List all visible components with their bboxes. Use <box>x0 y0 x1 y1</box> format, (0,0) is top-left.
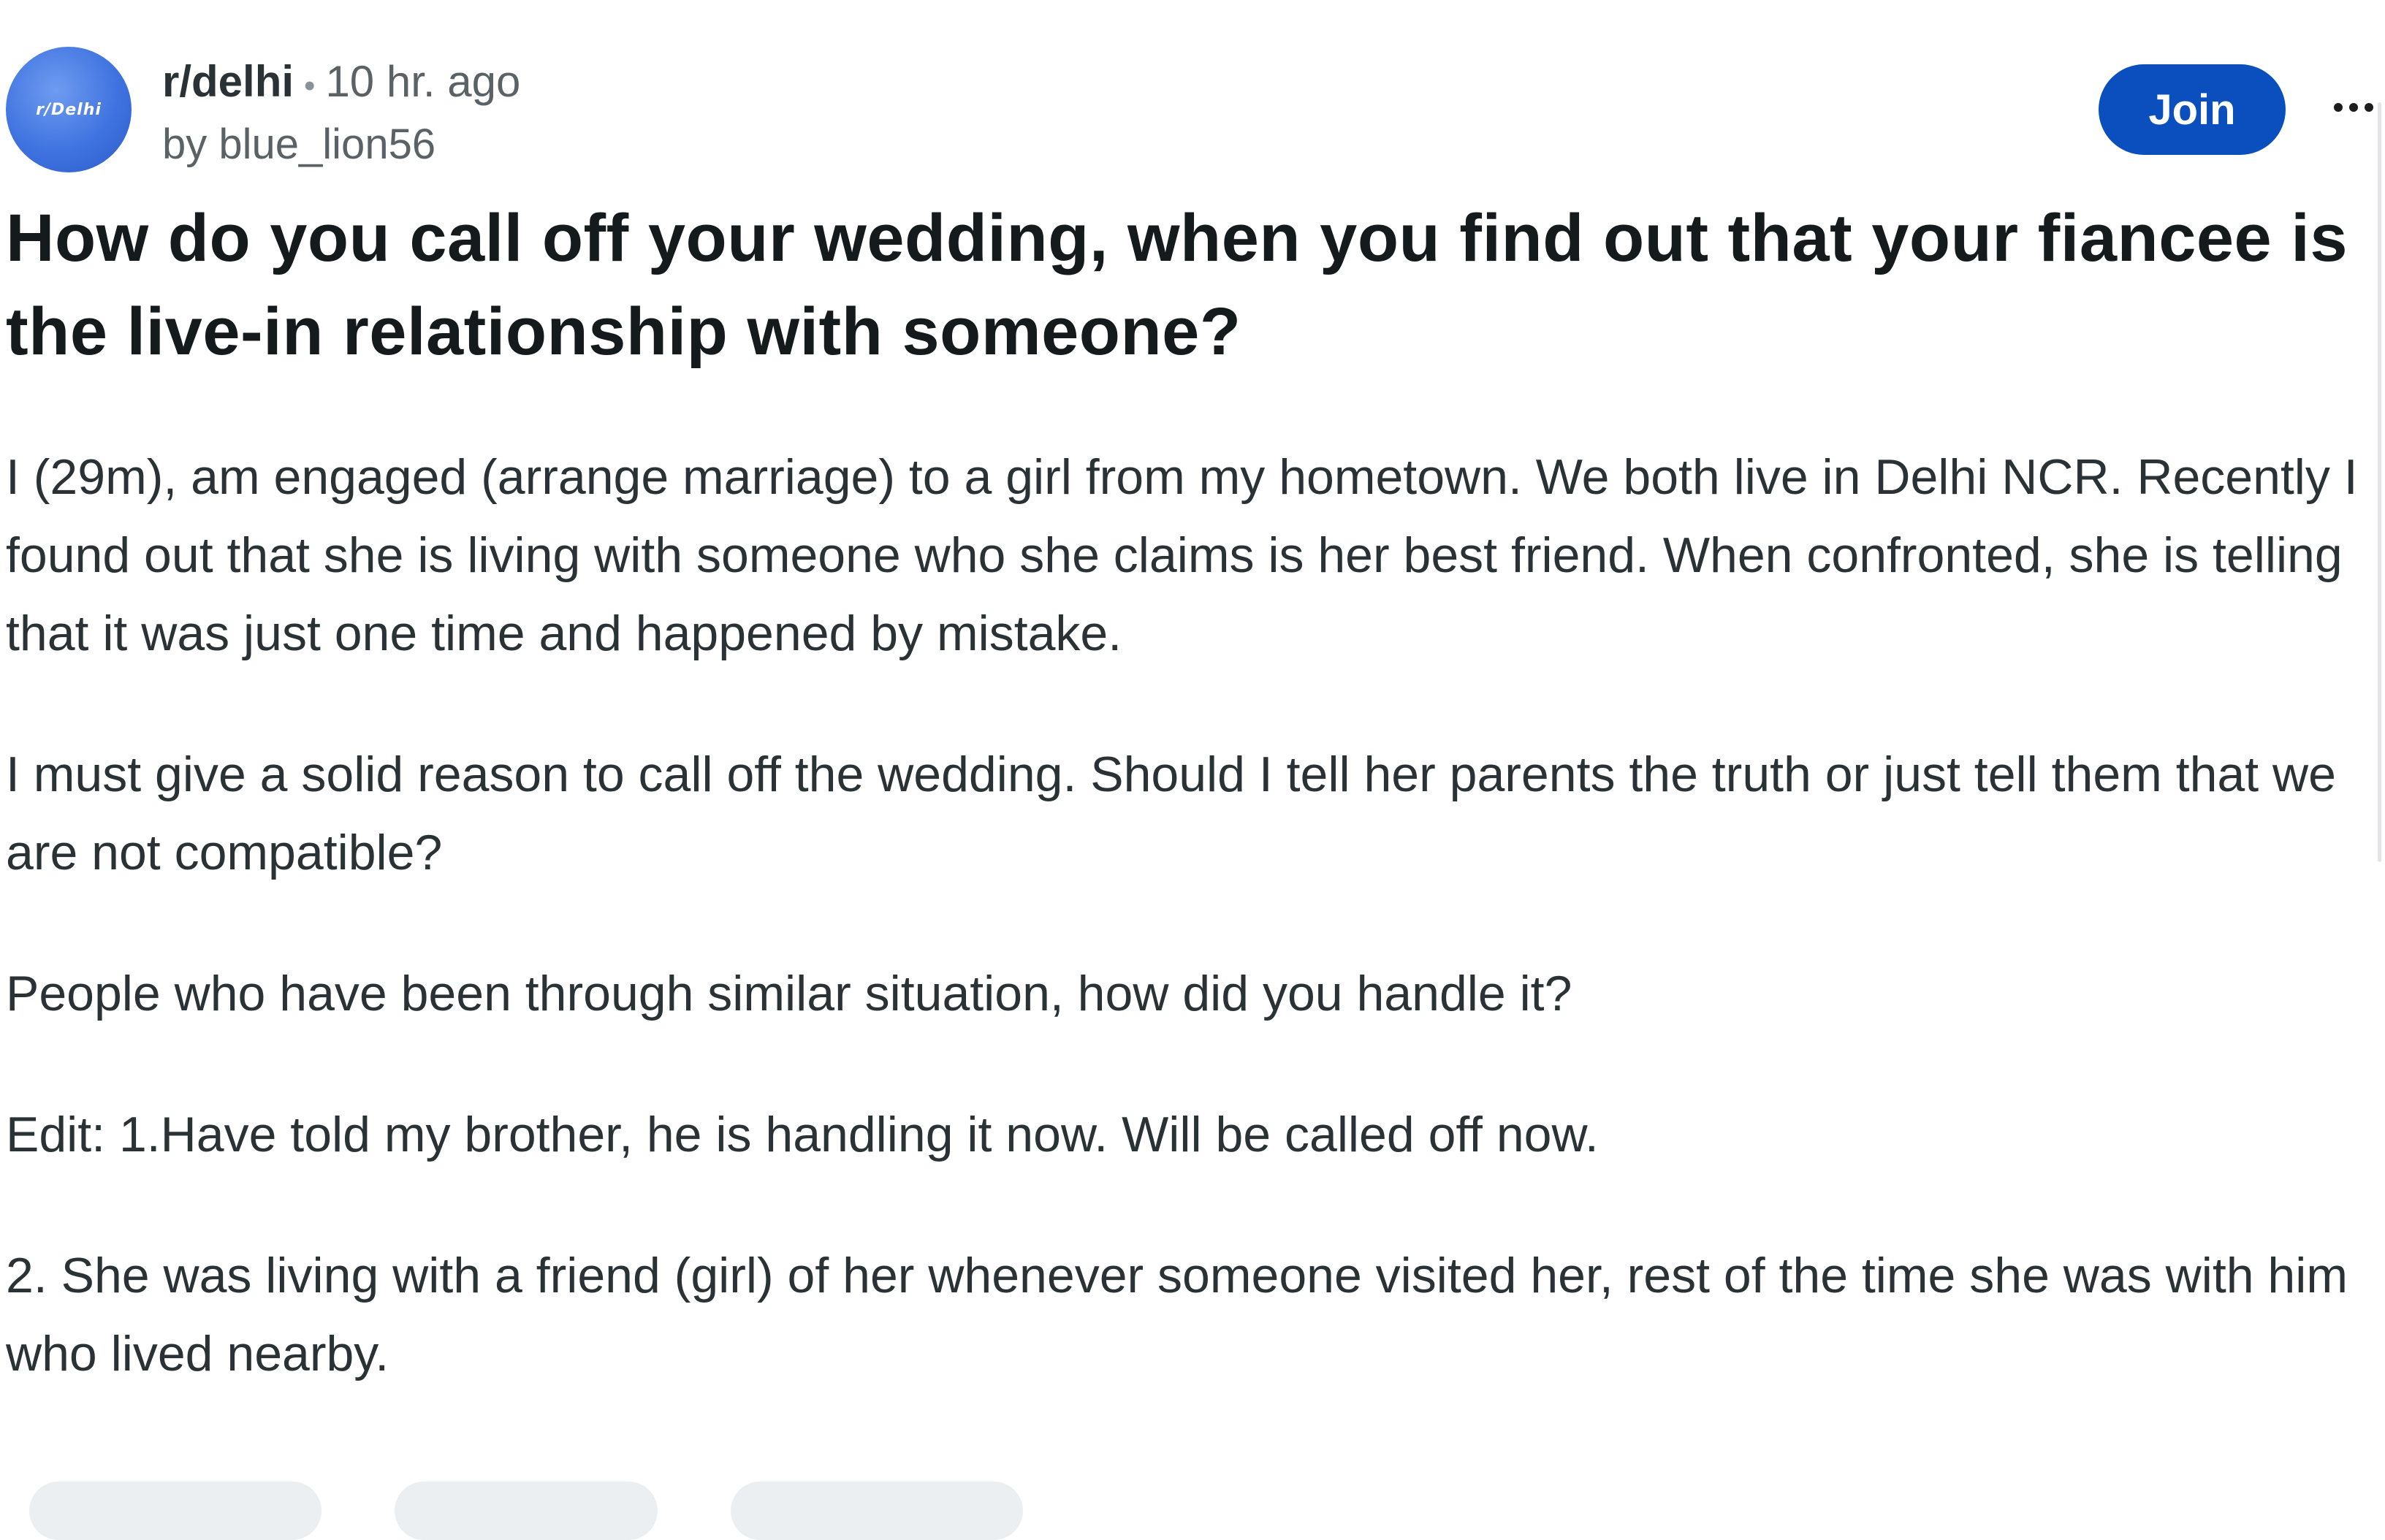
avatar-label: r/Delhi <box>36 100 102 119</box>
post-meta: r/delhi • 10 hr. ago by blue_lion56 <box>162 51 520 172</box>
body-paragraph: Edit: 1.Have told my brother, he is hand… <box>6 1107 1599 1162</box>
more-dot <box>2365 103 2373 112</box>
share-button[interactable] <box>731 1482 1023 1540</box>
join-button[interactable]: Join <box>2099 64 2286 155</box>
post-timestamp: 10 hr. ago <box>325 57 521 106</box>
more-dot <box>2334 103 2343 112</box>
post-body: I (29m), am engaged (arrange marriage) t… <box>6 438 2366 1456</box>
subreddit-link[interactable]: r/delhi <box>162 51 294 113</box>
meta-separator: • <box>304 68 316 104</box>
body-paragraph: I must give a solid reason to call off t… <box>6 747 2336 880</box>
more-options-icon[interactable] <box>2328 82 2379 133</box>
reddit-post: r/Delhi r/delhi • 10 hr. ago by blue_lio… <box>0 0 2385 1540</box>
post-title[interactable]: How do you call off your wedding, when y… <box>6 191 2373 378</box>
scrollbar[interactable] <box>2378 102 2381 862</box>
body-paragraph: People who have been through similar sit… <box>6 966 1572 1021</box>
vote-button[interactable] <box>29 1482 322 1540</box>
body-paragraph: 2. She was living with a friend (girl) o… <box>6 1248 2348 1381</box>
post-author[interactable]: by blue_lion56 <box>162 117 520 172</box>
meta-line: r/delhi • 10 hr. ago <box>162 51 520 117</box>
comments-button[interactable] <box>395 1482 658 1540</box>
more-dot <box>2349 103 2358 112</box>
body-paragraph: I (29m), am engaged (arrange marriage) t… <box>6 449 2358 661</box>
subreddit-avatar[interactable]: r/Delhi <box>6 47 132 172</box>
action-bar <box>0 1482 2385 1540</box>
